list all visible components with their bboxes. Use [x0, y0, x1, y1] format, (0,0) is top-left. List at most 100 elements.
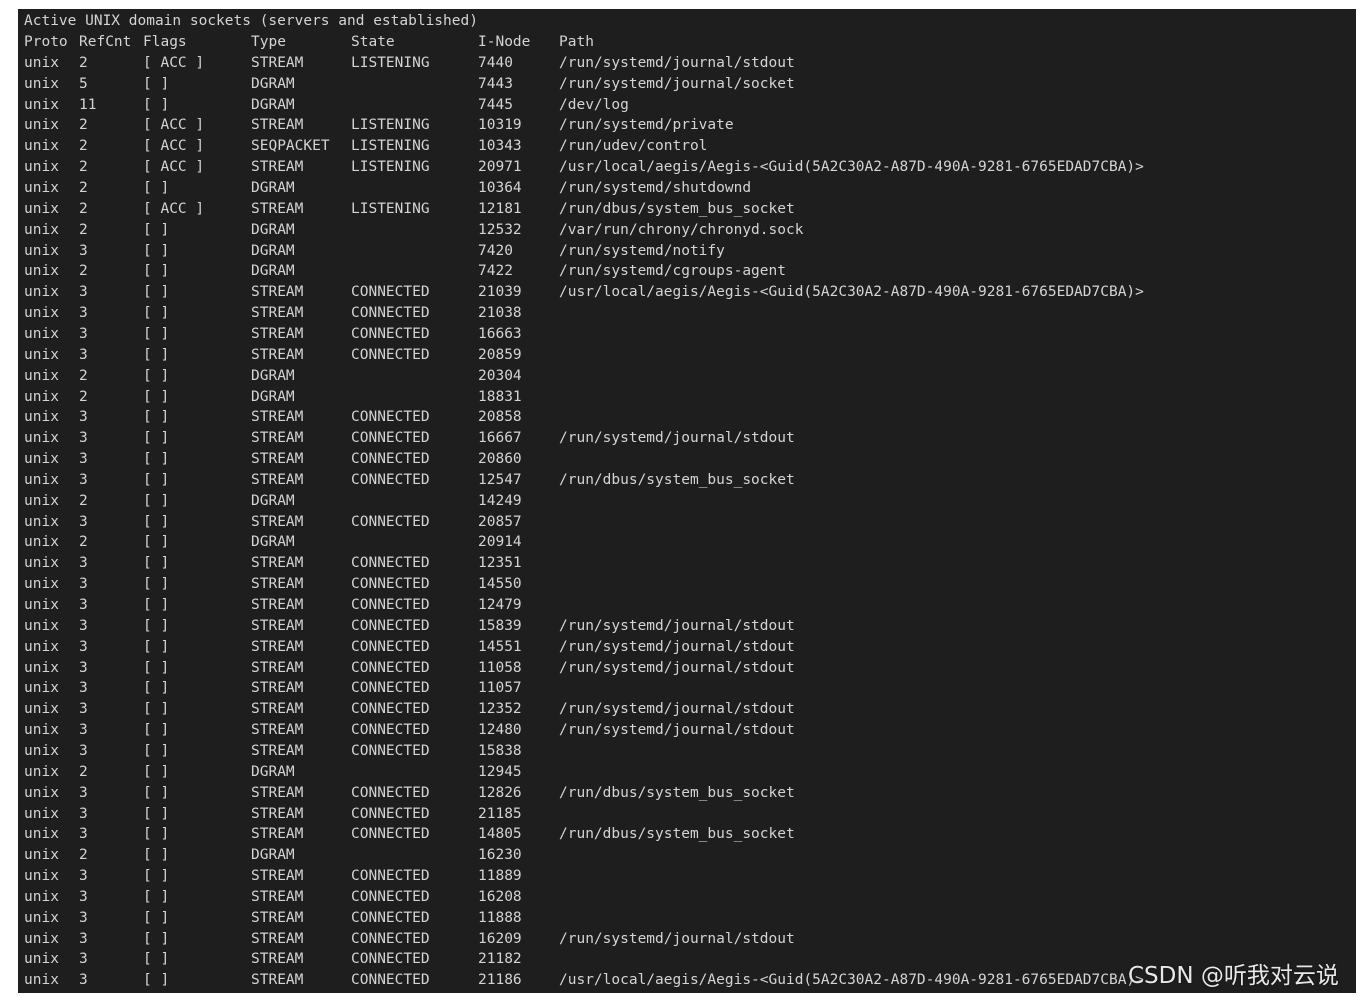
cell-refcnt: 3 — [79, 242, 88, 259]
cell-flags: [ ] — [143, 701, 170, 718]
cell-refcnt: 3 — [79, 888, 88, 905]
cell-flags: [ ACC ] — [143, 200, 205, 217]
cell-flags: [ ] — [143, 346, 170, 363]
cell-inode: 14805 — [478, 826, 522, 843]
cell-refcnt: 2 — [79, 263, 88, 280]
cell-proto: unix — [24, 263, 59, 280]
cell-proto: unix — [24, 638, 59, 655]
cell-inode: 10343 — [478, 138, 522, 155]
cell-proto: unix — [24, 784, 59, 801]
cell-type: STREAM — [251, 305, 304, 322]
cell-refcnt: 3 — [79, 972, 88, 989]
cell-inode: 16208 — [478, 888, 522, 905]
watermark-text: CSDN @听我对云说 — [1128, 963, 1339, 989]
cell-flags: [ ] — [143, 680, 170, 697]
cell-type: DGRAM — [251, 96, 295, 113]
cell-inode: 15839 — [478, 617, 522, 634]
header-refcnt: RefCnt — [79, 34, 132, 50]
table-header-row: Proto RefCnt Flags Type State I-Node Pat… — [24, 32, 594, 53]
cell-refcnt: 2 — [79, 492, 88, 509]
terminal-window[interactable]: Active UNIX domain sockets (servers and … — [18, 9, 1356, 993]
cell-inode: 15838 — [478, 742, 522, 759]
cell-type: DGRAM — [251, 221, 295, 238]
cell-type: STREAM — [251, 471, 304, 488]
cell-flags: [ ] — [143, 555, 170, 572]
cell-flags: [ ACC ] — [143, 54, 205, 71]
cell-type: STREAM — [251, 680, 304, 697]
cell-proto: unix — [24, 138, 59, 155]
cell-type: STREAM — [251, 701, 304, 718]
cell-type: STREAM — [251, 430, 304, 447]
cell-refcnt: 3 — [79, 576, 88, 593]
cell-state: CONNECTED — [351, 888, 430, 905]
cell-type: STREAM — [251, 868, 304, 885]
header-type: Type — [251, 34, 286, 50]
cell-proto: unix — [24, 96, 59, 113]
cell-proto: unix — [24, 555, 59, 572]
cell-flags: [ ] — [143, 638, 170, 655]
cell-refcnt: 2 — [79, 388, 88, 405]
cell-proto: unix — [24, 680, 59, 697]
cell-flags: [ ] — [143, 888, 170, 905]
cell-inode: 16667 — [478, 430, 522, 447]
cell-inode: 14551 — [478, 638, 522, 655]
cell-flags: [ ] — [143, 471, 170, 488]
cell-state: CONNECTED — [351, 346, 430, 363]
cell-refcnt: 3 — [79, 951, 88, 968]
cell-proto: unix — [24, 597, 59, 613]
cell-type: STREAM — [251, 117, 304, 134]
cell-proto: unix — [24, 221, 59, 238]
cell-flags: [ ] — [143, 430, 170, 447]
cell-path: /run/systemd/journal/stdout — [559, 54, 795, 71]
cell-state: CONNECTED — [351, 555, 430, 572]
cell-state: LISTENING — [351, 138, 430, 155]
cell-flags: [ ] — [143, 263, 170, 280]
cell-type: STREAM — [251, 325, 304, 342]
cell-proto: unix — [24, 430, 59, 447]
cell-type: STREAM — [251, 909, 304, 926]
cell-proto: unix — [24, 722, 59, 739]
cell-state: CONNECTED — [351, 471, 430, 488]
cell-refcnt: 3 — [79, 722, 88, 739]
cell-type: DGRAM — [251, 492, 295, 509]
cell-inode: 7422 — [478, 263, 513, 280]
cell-refcnt: 3 — [79, 805, 88, 822]
cell-proto: unix — [24, 909, 59, 926]
cell-path: /run/systemd/journal/stdout — [559, 430, 795, 447]
cell-type: STREAM — [251, 409, 304, 426]
cell-inode: 21182 — [478, 951, 522, 968]
cell-refcnt: 3 — [79, 659, 88, 676]
cell-refcnt: 2 — [79, 847, 88, 864]
cell-refcnt: 3 — [79, 305, 88, 322]
cell-type: STREAM — [251, 826, 304, 843]
cell-inode: 7443 — [478, 75, 513, 92]
cell-flags: [ ] — [143, 951, 170, 968]
header-state: State — [351, 34, 395, 50]
cell-inode: 20858 — [478, 409, 522, 426]
cell-inode: 10319 — [478, 117, 522, 134]
cell-path: /run/dbus/system_bus_socket — [559, 471, 795, 488]
cell-proto: unix — [24, 513, 59, 530]
cell-flags: [ ] — [143, 305, 170, 322]
cell-path: /usr/local/aegis/Aegis-<Guid(5A2C30A2-A8… — [559, 972, 1144, 989]
cell-inode: 21185 — [478, 805, 522, 822]
cell-state: CONNECTED — [351, 805, 430, 822]
cell-flags: [ ] — [143, 826, 170, 843]
cell-type: STREAM — [251, 200, 304, 217]
cell-state: LISTENING — [351, 159, 430, 176]
cell-state: CONNECTED — [351, 951, 430, 968]
cell-path: /run/systemd/journal/stdout — [559, 617, 795, 634]
cell-flags: [ ] — [143, 722, 170, 739]
cell-proto: unix — [24, 388, 59, 405]
cell-flags: [ ] — [143, 513, 170, 530]
cell-path: /run/systemd/journal/stdout — [559, 930, 795, 947]
cell-inode: 12826 — [478, 784, 522, 801]
cell-proto: unix — [24, 659, 59, 676]
cell-path: /run/systemd/private — [559, 117, 734, 134]
cell-inode: 16209 — [478, 930, 522, 947]
cell-flags: [ ] — [143, 284, 170, 301]
cell-type: STREAM — [251, 722, 304, 739]
cell-flags: [ ] — [143, 221, 170, 238]
cell-refcnt: 2 — [79, 138, 88, 155]
cell-refcnt: 3 — [79, 597, 88, 613]
